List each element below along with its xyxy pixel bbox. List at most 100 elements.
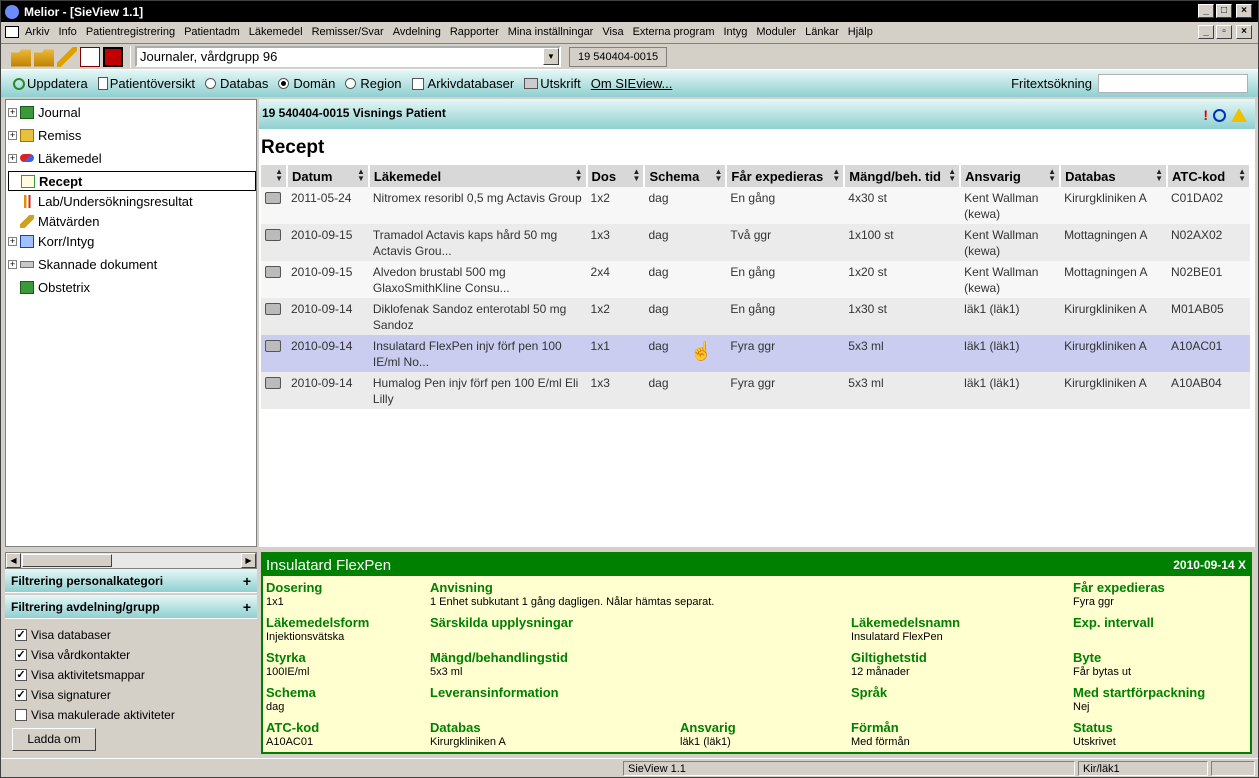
tree-item-journal[interactable]: + Journal xyxy=(8,102,256,122)
printer-icon[interactable] xyxy=(265,340,281,352)
expand-icon[interactable]: + xyxy=(8,107,17,117)
scroll-left-icon[interactable]: ◀ xyxy=(6,553,21,568)
expand-icon[interactable]: + xyxy=(8,153,17,163)
open-folder-icon[interactable] xyxy=(11,49,31,67)
menu-info[interactable]: Info xyxy=(58,26,76,38)
sort-icon[interactable]: ▲ ▼ xyxy=(714,168,722,183)
sort-icon[interactable]: ▲ ▼ xyxy=(1155,168,1163,183)
checkbox-unchecked[interactable] xyxy=(15,709,27,721)
printer-icon[interactable] xyxy=(265,303,281,315)
menu-rapporter[interactable]: Rapporter xyxy=(450,26,499,38)
column-header-ansvarig[interactable]: Ansvarig ▲ ▼ xyxy=(960,165,1062,187)
checkbox-checked[interactable]: ✓ xyxy=(15,649,27,661)
patient-overview-button[interactable]: Patientöversikt xyxy=(97,76,195,91)
column-header-atc[interactable]: ATC-kod ▲ ▼ xyxy=(1166,165,1252,187)
column-header-databas[interactable]: Databas ▲ ▼ xyxy=(1060,165,1168,187)
check-visa-signaturer[interactable]: ✓ Visa signaturer xyxy=(5,685,257,705)
open-folder-arrow-icon[interactable] xyxy=(34,49,54,67)
table-row-selected[interactable]: 2010-09-14 Insulatard FlexPen injv förf p… xyxy=(261,335,1250,372)
sort-icon[interactable]: ▲ ▼ xyxy=(832,168,840,183)
menu-remisser[interactable]: Remisser/Svar xyxy=(312,26,384,38)
close-window-button[interactable]: × xyxy=(1236,4,1252,18)
table-row[interactable]: 2010-09-14 Humalog Pen injv förf pen 100 … xyxy=(261,372,1250,409)
column-header-mangd[interactable]: Mängd/beh. tid ▲ ▼ xyxy=(844,165,962,187)
menu-externa[interactable]: Externa program xyxy=(633,26,715,38)
update-button[interactable]: Uppdatera xyxy=(13,76,88,91)
sort-icon[interactable]: ▲ ▼ xyxy=(633,168,641,183)
tree-item-recept[interactable]: Recept xyxy=(8,171,256,191)
menu-patientregistrering[interactable]: Patientregistrering xyxy=(86,26,175,38)
mdi-restore-button[interactable]: ▫ xyxy=(1216,25,1232,39)
printer-icon[interactable] xyxy=(265,192,281,204)
archive-checkbox[interactable]: Arkivdatabaser xyxy=(411,76,514,91)
sort-icon[interactable]: ▲ ▼ xyxy=(948,168,956,183)
menu-arkiv[interactable]: Arkiv xyxy=(25,26,49,38)
expand-icon[interactable]: + xyxy=(8,259,17,269)
column-header-datum[interactable]: Datum ▲ ▼ xyxy=(286,165,370,187)
menu-hjalp[interactable]: Hjälp xyxy=(848,26,873,38)
menu-intyg[interactable]: Intyg xyxy=(724,26,748,38)
menu-installningar[interactable]: Mina inställningar xyxy=(508,26,594,38)
table-row[interactable]: 2010-09-14 Diklofenak Sandoz enterotabl 5… xyxy=(261,298,1250,335)
plus-icon[interactable]: + xyxy=(243,573,251,589)
stop-icon[interactable] xyxy=(103,46,123,67)
horizontal-scrollbar[interactable]: ◀ ▶ xyxy=(5,552,257,569)
check-visa-aktivitetsmappar[interactable]: ✓ Visa aktivitetsmappar xyxy=(5,665,257,685)
menu-avdelning[interactable]: Avdelning xyxy=(393,26,441,38)
checkbox-checked[interactable]: ✓ xyxy=(15,629,27,641)
sort-icon[interactable]: ▲ ▼ xyxy=(1048,168,1056,183)
column-header-lakemedel[interactable]: Läkemedel ▲ ▼ xyxy=(368,165,588,187)
minimize-button[interactable]: _ xyxy=(1198,4,1214,18)
tree-item-remiss[interactable]: + Remiss xyxy=(8,125,256,145)
tree-item-obstetrix[interactable]: Obstetrix xyxy=(8,277,256,297)
print-button[interactable]: Utskrift xyxy=(524,76,581,91)
form-icon[interactable] xyxy=(80,46,100,67)
chevron-down-icon[interactable]: ▼ xyxy=(543,48,559,65)
menu-lakemedel[interactable]: Läkemedel xyxy=(249,26,303,38)
about-link[interactable]: Om SIEview... xyxy=(591,76,673,91)
menu-lankar[interactable]: Länkar xyxy=(805,26,839,38)
table-row[interactable]: 2011-05-24 Nitromex resoribl 0,5 mg Actav… xyxy=(261,187,1250,224)
close-icon[interactable]: X xyxy=(1238,558,1246,572)
column-header-far-expedieras[interactable]: Får expedieras ▲ ▼ xyxy=(726,165,846,187)
maximize-button[interactable]: □ xyxy=(1216,4,1232,18)
plus-icon[interactable]: + xyxy=(243,599,251,615)
column-header-schema[interactable]: Schema ▲ ▼ xyxy=(644,165,728,187)
sort-icon[interactable]: ▲ ▼ xyxy=(275,168,283,183)
tree-item-matvarden[interactable]: Mätvärden xyxy=(8,211,256,231)
pencil-icon[interactable] xyxy=(57,46,77,67)
freetext-input[interactable] xyxy=(1098,74,1248,93)
menu-patientadm[interactable]: Patientadm xyxy=(184,26,240,38)
expand-icon[interactable]: + xyxy=(8,236,17,246)
table-row[interactable]: 2010-09-15 Tramadol Actavis kaps hård 50 … xyxy=(261,224,1250,261)
journal-select[interactable]: Journaler, vårdgrupp 96 ▼ xyxy=(135,46,561,67)
scroll-right-icon[interactable]: ▶ xyxy=(241,553,256,568)
printer-icon[interactable] xyxy=(265,377,281,389)
menu-moduler[interactable]: Moduler xyxy=(756,26,796,38)
reload-button[interactable]: Ladda om xyxy=(12,728,96,751)
sort-icon[interactable]: ▲ ▼ xyxy=(357,168,365,183)
scroll-thumb[interactable] xyxy=(22,554,112,567)
expand-icon[interactable]: + xyxy=(8,130,17,140)
printer-icon[interactable] xyxy=(265,229,281,241)
sort-icon[interactable]: ▲ ▼ xyxy=(575,168,583,183)
radio-region[interactable]: Region xyxy=(345,76,402,91)
column-header-dos[interactable]: Dos ▲ ▼ xyxy=(586,165,646,187)
tree-item-lab[interactable]: Lab/Undersökningsresultat xyxy=(8,191,256,211)
radio-domain[interactable]: Domän xyxy=(278,76,335,91)
filter-department-header[interactable]: Filtrering avdelning/grupp + xyxy=(5,595,257,619)
warning-icon[interactable] xyxy=(1231,108,1247,122)
exclamation-icon[interactable]: ! xyxy=(1203,107,1208,123)
checkbox-checked[interactable]: ✓ xyxy=(15,689,27,701)
check-visa-makulerade[interactable]: Visa makulerade aktiviteter xyxy=(5,705,257,725)
tree-item-korr-intyg[interactable]: + Korr/Intyg xyxy=(8,231,256,251)
sort-icon[interactable]: ▲ ▼ xyxy=(1238,168,1246,183)
menu-visa[interactable]: Visa xyxy=(602,26,623,38)
ring-icon[interactable] xyxy=(1213,108,1226,122)
mdi-minimize-button[interactable]: _ xyxy=(1198,25,1214,39)
checkbox-checked[interactable]: ✓ xyxy=(15,669,27,681)
check-visa-vardkontakter[interactable]: ✓ Visa vårdkontakter xyxy=(5,645,257,665)
radio-database[interactable]: Databas xyxy=(204,76,268,91)
printer-icon[interactable] xyxy=(265,266,281,278)
tree-item-skannade[interactable]: + Skannade dokument xyxy=(8,254,256,274)
